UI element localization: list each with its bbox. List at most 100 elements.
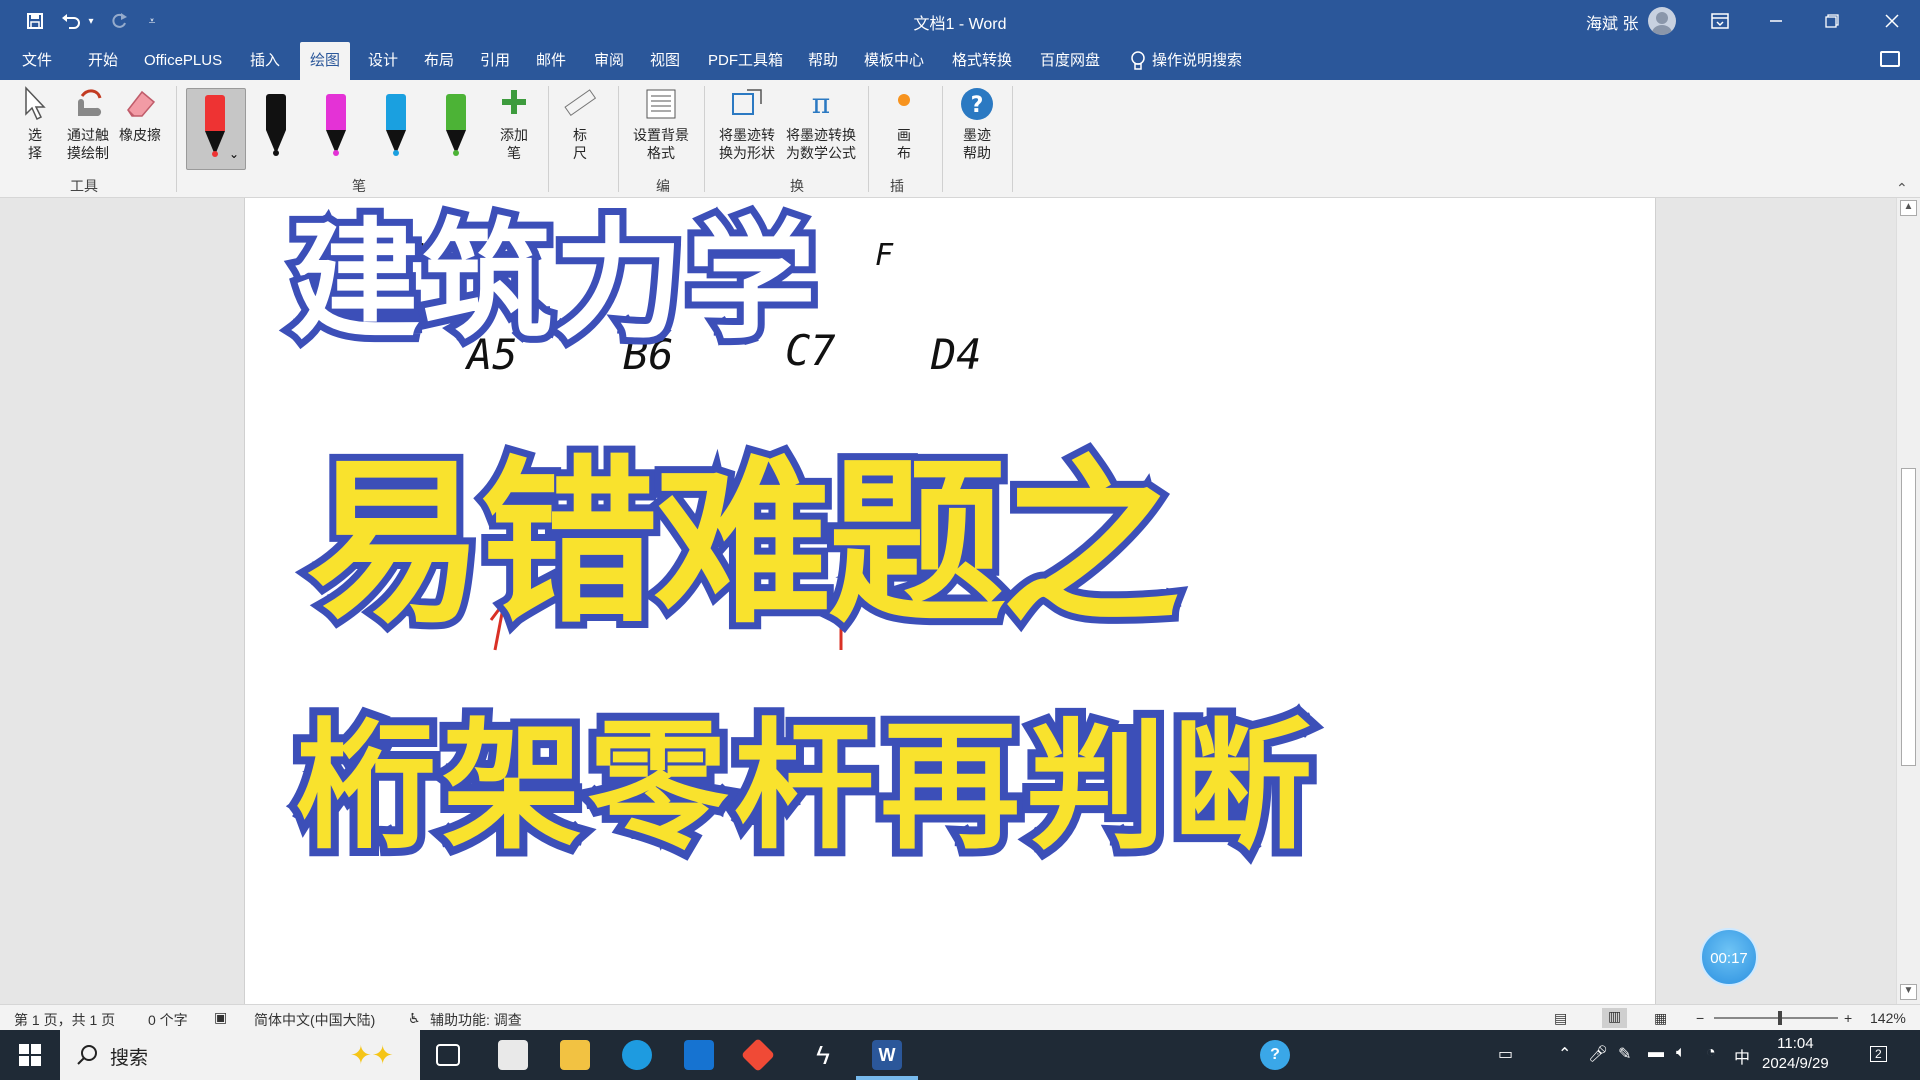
vertical-scrollbar[interactable]: ▲ ▼ <box>1896 198 1920 1004</box>
news-widget-icon[interactable]: ▭ <box>1498 1044 1513 1064</box>
ruler-label: 标 尺 <box>573 127 587 161</box>
notification-center-icon[interactable]: 2 <box>1870 1046 1887 1062</box>
lightbulb-icon <box>1131 51 1145 70</box>
zoom-out-button[interactable]: − <box>1696 1010 1704 1026</box>
ink-to-math-button[interactable]: π 将墨迹转换 为数学公式 <box>782 86 860 162</box>
scroll-down-icon[interactable]: ▼ <box>1900 984 1917 1000</box>
recording-timer[interactable]: 00:17 <box>1700 928 1758 986</box>
network-icon[interactable]: ◔ <box>1706 1044 1716 1062</box>
ribbon-separator <box>1012 86 1013 192</box>
ink-to-shape-label: 将墨迹转 换为形状 <box>719 127 775 161</box>
zoom-level[interactable]: 142% <box>1870 1010 1906 1026</box>
pen-green[interactable] <box>428 88 484 168</box>
headline-line-1: 建筑力学 <box>283 198 823 364</box>
tab-baidu-netdisk[interactable]: 百度网盘 <box>1034 42 1106 80</box>
chevron-down-icon[interactable]: ⌄ <box>229 147 239 161</box>
read-mode-icon[interactable]: ▤ <box>1554 1010 1567 1027</box>
tab-design[interactable]: 设计 <box>362 42 404 80</box>
edge-browser-icon[interactable] <box>622 1040 652 1070</box>
close-button[interactable] <box>1864 0 1920 42</box>
scroll-thumb[interactable] <box>1901 468 1916 766</box>
tab-draw[interactable]: 绘图 <box>300 42 351 80</box>
zoom-slider-knob[interactable] <box>1778 1011 1782 1025</box>
ruler-icon <box>564 89 597 117</box>
app-red-icon[interactable] <box>741 1038 775 1072</box>
background-format-button[interactable]: 设置背景 格式 <box>628 86 694 162</box>
tab-review[interactable]: 审阅 <box>588 42 630 80</box>
tab-layout[interactable]: 布局 <box>418 42 460 80</box>
accessibility-status[interactable]: 辅助功能: 调查 <box>430 1010 522 1030</box>
web-layout-icon[interactable]: ▦ <box>1654 1010 1667 1027</box>
task-view-icon[interactable] <box>436 1044 460 1066</box>
tools-group-label: 工具 <box>70 178 98 194</box>
page-count[interactable]: 第 1 页，共 1 页 <box>14 1010 115 1030</box>
eraser-icon <box>127 90 156 117</box>
tab-format-convert[interactable]: 格式转换 <box>946 42 1018 80</box>
touch-draw-button[interactable]: 通过触 摸绘制 <box>62 86 114 162</box>
tab-home[interactable]: 开始 <box>82 42 124 80</box>
pen-blue[interactable] <box>368 88 424 168</box>
microphone-icon[interactable]: 🎤︎ <box>1588 1044 1608 1064</box>
battery-icon[interactable]: ▬ <box>1648 1044 1664 1062</box>
background-format-label: 设置背景 格式 <box>633 127 689 161</box>
tab-help[interactable]: 帮助 <box>802 42 844 80</box>
language[interactable]: 简体中文(中国大陆) <box>254 1010 375 1030</box>
system-clock[interactable]: 11:04 2024/9/29 <box>1762 1034 1829 1074</box>
tell-me-search[interactable]: 操作说明搜索 <box>1130 42 1242 80</box>
ime-indicator[interactable]: 中 <box>1734 1044 1750 1068</box>
windows-logo-icon <box>19 1044 41 1066</box>
select-button[interactable]: 选 择 <box>20 86 50 162</box>
ruler-button[interactable]: 标 尺 <box>560 86 600 162</box>
zoom-slider[interactable] <box>1714 1011 1838 1025</box>
pen-black[interactable] <box>248 88 304 168</box>
pen-magenta[interactable] <box>308 88 364 168</box>
pen-black-body <box>266 94 286 130</box>
avatar[interactable] <box>1648 7 1676 35</box>
eraser-button[interactable]: 橡皮擦 <box>116 86 164 144</box>
user-name[interactable]: 海斌 张 <box>1586 10 1638 34</box>
comments-icon[interactable] <box>1880 51 1900 67</box>
tab-references[interactable]: 引用 <box>474 42 516 80</box>
zoom-in-button[interactable]: + <box>1844 1010 1852 1026</box>
pen-red[interactable]: ⌄ <box>186 88 246 170</box>
sparkle-icon: ✦✦ <box>350 1040 394 1070</box>
tab-mailings[interactable]: 邮件 <box>530 42 572 80</box>
active-app-indicator <box>856 1076 918 1080</box>
word-count[interactable]: 0 个字 <box>148 1010 188 1030</box>
eraser-label: 橡皮擦 <box>119 127 161 143</box>
accessibility-icon[interactable]: ♿ <box>408 1010 421 1027</box>
tab-template-center[interactable]: 模板中心 <box>858 42 930 80</box>
file-explorer-icon[interactable] <box>560 1040 590 1070</box>
search-placeholder: 搜索 <box>110 1048 149 1069</box>
add-pen-button[interactable]: 添加 笔 <box>494 86 534 162</box>
ribbon-display-options-icon[interactable] <box>1692 0 1748 42</box>
pen-red-body <box>205 95 225 131</box>
tab-file[interactable]: 文件 <box>16 42 58 80</box>
restore-button[interactable] <box>1804 0 1860 42</box>
collapse-ribbon-icon[interactable]: ⌃ <box>1896 180 1908 197</box>
tab-insert[interactable]: 插入 <box>244 42 286 80</box>
scroll-up-icon[interactable]: ▲ <box>1900 200 1917 216</box>
taskbar-search[interactable]: 搜索 ✦✦ <box>60 1030 420 1080</box>
volume-icon[interactable]: 🔈︎ <box>1676 1044 1686 1062</box>
ink-help-label: 墨迹 帮助 <box>963 127 991 161</box>
mail-icon[interactable] <box>684 1040 714 1070</box>
ink-to-shape-button[interactable]: 将墨迹转 换为形状 <box>712 86 782 162</box>
start-button[interactable] <box>0 1030 60 1080</box>
tab-pdf-toolbox[interactable]: PDF工具箱 <box>702 42 789 80</box>
microsoft-store-icon[interactable] <box>498 1040 528 1070</box>
ribbon-separator <box>868 86 869 192</box>
tray-overflow-icon[interactable]: ⌃ <box>1558 1044 1571 1064</box>
pen-workspace-icon[interactable]: ✎ <box>1618 1044 1631 1064</box>
help-app-icon[interactable]: ? <box>1260 1040 1290 1070</box>
print-layout-icon[interactable]: ▥ <box>1602 1008 1628 1028</box>
minimize-button[interactable] <box>1748 0 1804 42</box>
ink-help-button[interactable]: ? 墨迹 帮助 <box>952 86 1002 162</box>
tab-view[interactable]: 视图 <box>644 42 686 80</box>
svg-text:?: ? <box>971 93 984 118</box>
proofing-icon[interactable]: ▣ <box>214 1009 227 1026</box>
tab-officeplus[interactable]: OfficePLUS <box>138 42 228 80</box>
canvas-button[interactable]: 画 布 <box>884 86 924 162</box>
app-lightning-icon[interactable]: ϟ <box>808 1040 838 1070</box>
word-taskbar-icon[interactable]: W <box>872 1040 902 1070</box>
